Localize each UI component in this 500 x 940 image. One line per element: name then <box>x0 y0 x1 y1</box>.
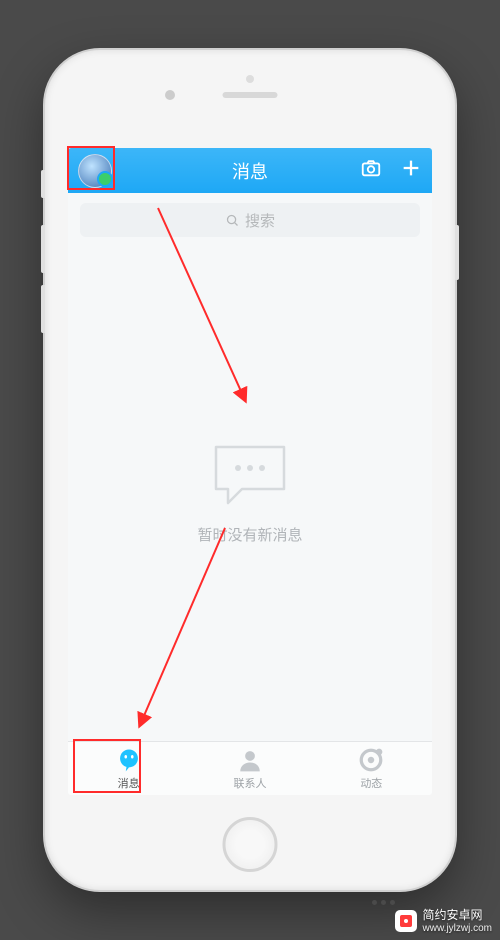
watermark-logo-icon <box>395 910 417 932</box>
tab-bar: 消息 联系人 动态 <box>68 741 432 795</box>
front-camera <box>165 90 175 100</box>
camera-icon[interactable] <box>360 157 382 184</box>
earpiece-speaker <box>223 92 278 98</box>
empty-state-text: 暂时没有新消息 <box>197 524 302 545</box>
search-input[interactable]: 搜索 <box>80 203 420 237</box>
decorative-dots <box>372 900 395 905</box>
nav-bar: 消息 <box>68 148 432 193</box>
tab-label: 联系人 <box>233 775 266 791</box>
empty-state: 暂时没有新消息 <box>68 247 432 741</box>
screen: 消息 <box>68 148 432 795</box>
volume-down-button <box>41 285 45 333</box>
search-placeholder: 搜索 <box>245 210 275 231</box>
watermark-brand: 简约安卓网 <box>423 909 492 923</box>
tab-contacts[interactable]: 联系人 <box>189 742 310 795</box>
home-button[interactable] <box>223 817 278 872</box>
search-icon <box>225 213 240 228</box>
power-button <box>455 225 459 280</box>
messages-tab-icon <box>116 747 142 773</box>
profile-avatar[interactable] <box>78 154 112 188</box>
watermark: 简约安卓网 www.jylzwj.com <box>395 909 492 934</box>
tab-messages[interactable]: 消息 <box>68 742 189 795</box>
watermark-url: www.jylzwj.com <box>423 923 492 935</box>
activity-tab-icon <box>358 747 384 773</box>
mute-switch <box>41 170 45 198</box>
proximity-sensor <box>246 75 254 83</box>
volume-up-button <box>41 225 45 273</box>
tab-activity[interactable]: 动态 <box>311 742 432 795</box>
tab-label: 消息 <box>118 775 140 791</box>
phone-frame: 消息 <box>45 50 455 890</box>
chat-bubble-icon <box>210 443 290 508</box>
search-area: 搜索 <box>68 193 432 247</box>
tab-label: 动态 <box>360 775 382 791</box>
plus-icon[interactable] <box>400 157 422 184</box>
contacts-tab-icon <box>237 747 263 773</box>
